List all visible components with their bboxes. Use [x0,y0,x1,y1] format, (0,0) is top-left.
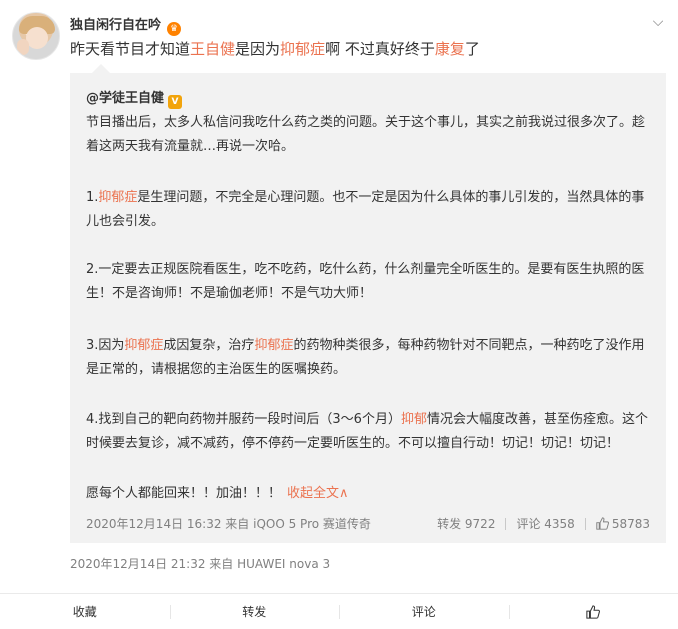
repost-notch [92,64,110,73]
repost-paragraph: 1.抑郁症是生理问题，不完全是心理问题。也不一定是因为什么具体的事儿引发的，当然… [86,190,645,229]
post-header: 独自闲行自在吟 ♛ ⌵ 昨天看节目才知道王自健是因为抑郁症啊 不过真好终于康复了 [12,8,668,68]
repost-meta: 2020年12月14日 16:32 来自 iQOO 5 Pro 赛道传奇 转发 … [86,515,650,535]
repost-author[interactable]: @学徒王自健 V [86,87,183,109]
mention-link[interactable]: 王自健 [190,40,235,58]
comment-label: 评论 [411,605,436,619]
topic-link[interactable]: 康复 [435,40,465,58]
comment-count[interactable]: 评论 4358 [516,515,574,532]
avatar[interactable] [12,12,60,60]
repost-stats: 转发 9722 评论 4358 58783 [437,515,650,532]
repost-paragraph: 3.因为抑郁症成因复杂，治疗抑郁症的药物种类很多，每种药物针对不同靶点，一种药吃… [86,338,645,377]
divider [584,517,586,530]
like-count: 58783 [611,516,650,531]
post-text: 昨天看节目才知道王自健是因为抑郁症啊 不过真好终于康复了 [70,40,480,58]
like-icon [586,604,601,619]
topic-link[interactable]: 抑郁症 [124,338,163,353]
post-username[interactable]: 独自闲行自在吟 ♛ [70,14,182,36]
repost-paragraph: 节目播出后，太多人私信问我吃什么药之类的问题。关于这个事儿，其实之前我说过很多次… [86,115,646,154]
collapse-link[interactable]: 收起全文∧ [287,486,349,501]
chevron-down-icon[interactable]: ⌵ [650,14,666,30]
divider [505,517,507,530]
repost-paragraph: 2.一定要去正规医院看医生，吃不吃药，吃什么药，什么剂量完全听医生的。是要有医生… [86,262,645,301]
topic-link[interactable]: 抑郁症 [280,40,325,58]
favorite-label: 收藏 [72,605,97,619]
topic-link[interactable]: 抑郁症 [254,338,293,353]
repost-label: 转发 [242,605,267,619]
favorite-button[interactable]: 收藏 [0,594,170,629]
like-button[interactable] [508,594,678,629]
repost-count[interactable]: 转发 9722 [437,515,495,532]
repost-card: @学徒王自健 V 节目播出后，太多人私信问我吃什么药之类的问题。关于这个事儿，其实… [70,73,666,543]
vip-icon: ♛ [167,22,182,36]
repost-button[interactable]: 转发 [169,594,340,629]
repost-paragraph: 愿每个人都能回来！！加油！！！ 收起全文∧ [86,486,349,501]
like-count-button[interactable]: 58783 [596,517,650,531]
repost-time[interactable]: 2020年12月14日 16:32 来自 iQOO 5 Pro 赛道传奇 [86,515,371,532]
orig-vip-icon: V [168,95,183,109]
post-meta[interactable]: 2020年12月14日 21:32 来自 HUAWEI nova 3 [70,555,330,572]
repost-paragraph: 4.找到自己的靶向药物并服药一段时间后（3～6个月）抑郁情况会大幅度改善，甚至伤… [86,412,648,451]
action-bar: 收藏 转发 评论 [0,593,678,629]
post-author[interactable]: 独自闲行自在吟 [70,18,161,33]
topic-link[interactable]: 抑郁 [401,412,427,427]
topic-link[interactable]: 抑郁症 [98,190,137,205]
comment-button[interactable]: 评论 [339,594,509,629]
like-icon [596,516,609,530]
